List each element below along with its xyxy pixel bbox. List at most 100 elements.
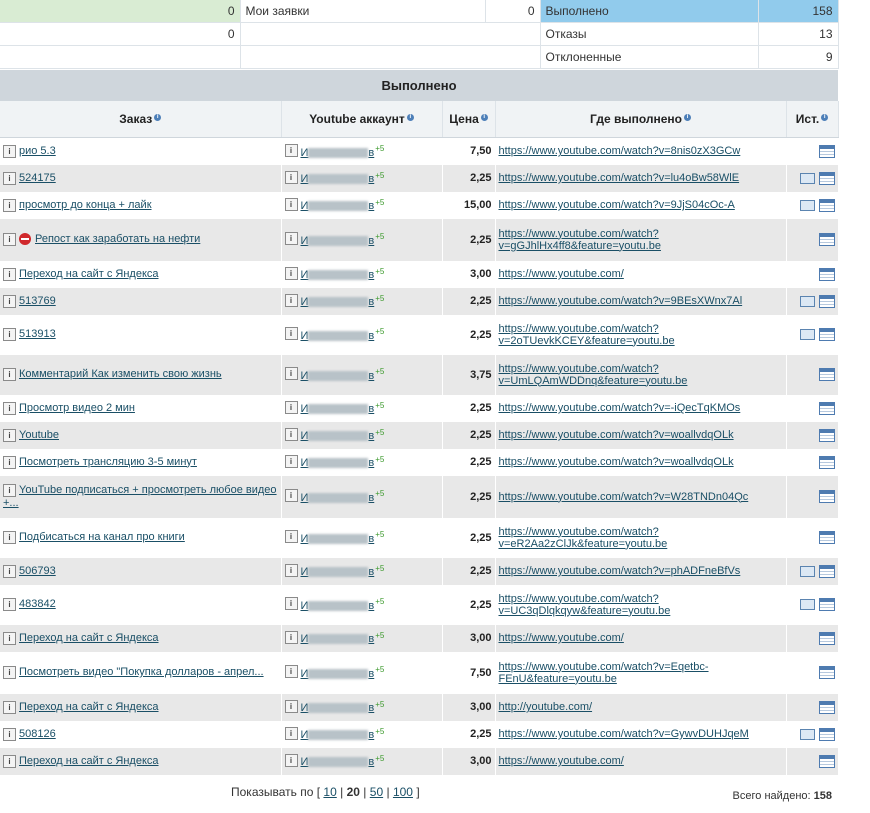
completed-url-link[interactable]: https://www.youtube.com/watch?v=9JjS04cO… [499, 199, 735, 211]
info-icon[interactable]: i [3, 267, 16, 281]
mail-icon[interactable] [799, 599, 815, 610]
info-icon[interactable]: i [284, 597, 298, 611]
completed-url-link[interactable]: https://www.youtube.com/watch?v=woallvdq… [499, 456, 734, 468]
info-icon[interactable]: i [480, 114, 488, 121]
info-icon[interactable]: i [284, 630, 298, 644]
column-source[interactable]: Ист. i [786, 101, 839, 138]
order-link[interactable]: Youtube [19, 429, 59, 441]
completed-url-link[interactable]: https://www.youtube.com/watch?v=W28TNDn0… [499, 491, 749, 503]
account-link[interactable]: Ив [301, 235, 375, 247]
column-price[interactable]: Цена i [442, 101, 496, 138]
account-link[interactable]: Ив [301, 330, 375, 342]
order-link[interactable]: Переход на сайт с Яндекса [19, 701, 159, 713]
stat-rejected-label[interactable]: Отклоненные [540, 45, 759, 69]
order-link[interactable]: Комментарий Как изменить свою жизнь [19, 368, 222, 380]
info-icon[interactable]: i [3, 198, 16, 212]
column-where[interactable]: Где выполнено i [495, 101, 787, 138]
completed-url-link[interactable]: https://www.youtube.com/watch? v=2oTUevkK… [499, 323, 675, 347]
info-icon[interactable]: i [3, 727, 16, 741]
order-link[interactable]: YouTube подписаться + просмотреть любое … [3, 484, 277, 509]
completed-url-link[interactable]: https://www.youtube.com/ [499, 632, 624, 644]
info-icon[interactable]: i [3, 171, 16, 185]
completed-url-link[interactable]: https://www.youtube.com/watch?v=GywvDUHJ… [499, 728, 749, 740]
details-icon[interactable] [818, 598, 835, 611]
account-link[interactable]: Ив [301, 370, 375, 382]
completed-url-link[interactable]: https://www.youtube.com/watch?v=-iQecTqK… [499, 402, 741, 414]
details-icon[interactable] [818, 171, 835, 185]
account-link[interactable]: Ив [301, 200, 375, 212]
account-link[interactable]: Ив [301, 269, 375, 281]
page-size-10[interactable]: 10 [323, 785, 336, 799]
page-size-50[interactable]: 50 [370, 785, 383, 799]
order-link[interactable]: Репост как заработать на нефти [35, 233, 200, 245]
details-icon[interactable] [818, 700, 835, 714]
account-link[interactable]: Ив [301, 147, 375, 159]
mail-icon[interactable] [799, 329, 815, 340]
details-icon[interactable] [818, 144, 835, 158]
details-icon[interactable] [818, 631, 835, 645]
info-icon[interactable]: i [3, 631, 16, 645]
details-icon[interactable] [818, 401, 835, 415]
info-icon[interactable]: i [3, 144, 16, 158]
account-link[interactable]: Ив [301, 702, 375, 714]
order-link[interactable]: 508126 [19, 728, 56, 740]
info-icon[interactable]: i [406, 114, 414, 121]
details-icon[interactable] [818, 754, 835, 768]
completed-url-link[interactable]: https://www.youtube.com/watch?v=woallvdq… [499, 429, 734, 441]
account-link[interactable]: Ив [301, 403, 375, 415]
info-icon[interactable]: i [284, 726, 298, 740]
account-link[interactable]: Ив [301, 430, 375, 442]
completed-url-link[interactable]: https://www.youtube.com/watch?v=lu4oBw58… [499, 172, 740, 184]
order-link[interactable]: 513769 [19, 295, 56, 307]
mail-icon[interactable] [799, 172, 815, 184]
info-icon[interactable]: i [284, 665, 298, 679]
info-icon[interactable]: i [284, 232, 298, 246]
completed-url-link[interactable]: https://www.youtube.com/watch?v=9BEsXWnx… [499, 295, 743, 307]
details-icon[interactable] [818, 328, 835, 341]
completed-url-link[interactable]: https://www.youtube.com/watch? v=UC3qDlqk… [499, 593, 671, 617]
completed-url-link[interactable]: https://www.youtube.com/ [499, 755, 624, 767]
info-icon[interactable]: i [284, 454, 298, 468]
completed-url-link[interactable]: https://www.youtube.com/watch? v=eR2Aa2zC… [499, 526, 668, 550]
info-icon[interactable]: i [3, 666, 16, 679]
account-link[interactable]: Ив [301, 457, 375, 469]
mail-icon[interactable] [799, 199, 815, 211]
account-link[interactable]: Ив [301, 756, 375, 768]
account-link[interactable]: Ив [301, 600, 375, 612]
details-icon[interactable] [818, 368, 835, 381]
info-icon[interactable]: i [3, 294, 16, 308]
details-icon[interactable] [818, 455, 835, 469]
info-icon[interactable]: i [684, 114, 691, 121]
order-link[interactable]: 524175 [19, 172, 56, 184]
completed-url-link[interactable]: https://www.youtube.com/watch?v=8nis0zX3… [499, 145, 741, 157]
column-account[interactable]: Youtube аккаунт i [281, 101, 443, 138]
my-requests-label[interactable]: Мои заявки [240, 0, 486, 23]
account-link[interactable]: Ив [301, 729, 375, 741]
info-icon[interactable]: i [284, 197, 298, 211]
mail-icon[interactable] [799, 295, 815, 307]
info-icon[interactable]: i [3, 700, 16, 714]
completed-url-link[interactable]: https://www.youtube.com/watch? v=UmLQAmWD… [499, 363, 688, 387]
info-icon[interactable]: i [3, 455, 16, 469]
details-icon[interactable] [818, 490, 835, 503]
details-icon[interactable] [818, 267, 835, 281]
info-icon[interactable]: i [284, 367, 298, 381]
account-link[interactable]: Ив [301, 668, 375, 680]
info-icon[interactable]: i [284, 143, 298, 157]
details-icon[interactable] [818, 294, 835, 308]
info-icon[interactable]: i [3, 754, 16, 768]
order-link[interactable]: Переход на сайт с Яндекса [19, 268, 159, 280]
order-link[interactable]: Посмотреть трансляцию 3-5 минут [19, 456, 197, 468]
details-icon[interactable] [818, 564, 835, 578]
order-link[interactable]: рио 5.3 [19, 145, 56, 157]
info-icon[interactable]: i [3, 428, 16, 442]
order-link[interactable]: 483842 [19, 598, 56, 610]
info-icon[interactable]: i [154, 114, 162, 121]
order-link[interactable]: Посмотреть видео "Покупка долларов - апр… [19, 666, 264, 678]
info-icon[interactable]: i [284, 400, 298, 414]
column-order[interactable]: Заказ i [0, 101, 282, 138]
account-link[interactable]: Ив [301, 566, 375, 578]
completed-url-link[interactable]: https://www.youtube.com/watch? v=gGJhlHx4… [499, 228, 661, 252]
account-link[interactable]: Ив [301, 173, 375, 185]
details-icon[interactable] [818, 233, 835, 246]
